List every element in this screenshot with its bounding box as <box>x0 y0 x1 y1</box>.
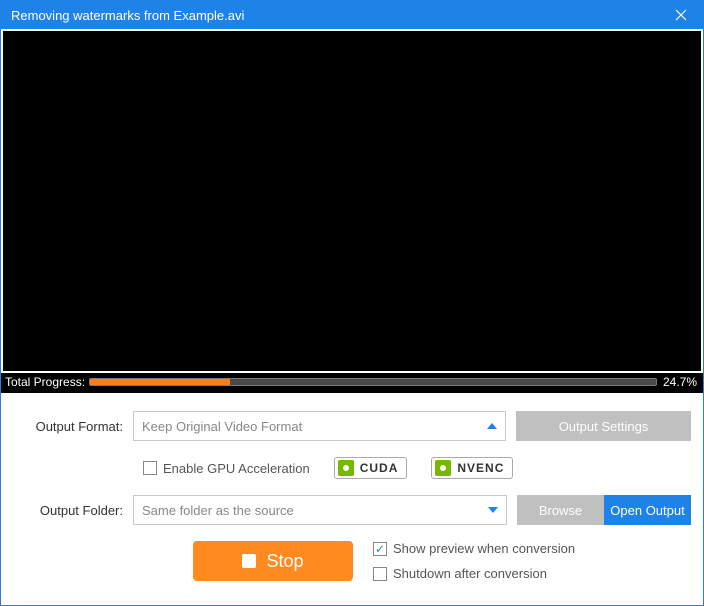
gpu-accel-label: Enable GPU Acceleration <box>163 461 310 476</box>
close-icon[interactable] <box>667 1 695 29</box>
output-format-row: Output Format: Keep Original Video Forma… <box>13 411 691 441</box>
bottom-checkboxes: Show preview when conversion Shutdown af… <box>373 541 575 581</box>
nvidia-icon <box>435 460 451 476</box>
nvidia-icon <box>338 460 354 476</box>
checkbox-icon <box>373 542 387 556</box>
browse-button: Browse <box>517 495 604 525</box>
stop-button[interactable]: Stop <box>193 541 353 581</box>
gpu-accel-checkbox[interactable]: Enable GPU Acceleration <box>143 461 310 476</box>
output-folder-row: Output Folder: Same folder as the source… <box>13 495 691 525</box>
output-folder-value: Same folder as the source <box>142 503 294 518</box>
progress-fill <box>90 379 230 385</box>
output-folder-dropdown[interactable]: Same folder as the source <box>133 495 507 525</box>
output-format-value: Keep Original Video Format <box>142 419 302 434</box>
titlebar: Removing watermarks from Example.avi <box>1 1 703 29</box>
window-title: Removing watermarks from Example.avi <box>11 8 667 23</box>
open-output-button[interactable]: Open Output <box>604 495 691 525</box>
show-preview-label: Show preview when conversion <box>393 541 575 556</box>
checkbox-icon <box>143 461 157 475</box>
gpu-row: Enable GPU Acceleration CUDA NVENC <box>13 457 691 479</box>
progress-bar <box>89 378 657 386</box>
output-format-label: Output Format: <box>13 419 123 434</box>
progress-percent: 24.7% <box>663 375 697 389</box>
checkbox-icon <box>373 567 387 581</box>
progress-row: Total Progress: 24.7% <box>1 373 703 393</box>
stop-icon <box>242 554 256 568</box>
chevron-down-icon <box>488 507 498 513</box>
output-format-dropdown[interactable]: Keep Original Video Format <box>133 411 506 441</box>
cuda-badge: CUDA <box>334 457 408 479</box>
chevron-up-icon <box>487 423 497 429</box>
shutdown-checkbox[interactable]: Shutdown after conversion <box>373 566 575 581</box>
bottom-section: Stop Show preview when conversion Shutdo… <box>13 541 691 581</box>
folder-buttons: Browse Open Output <box>517 495 691 525</box>
video-preview <box>3 31 701 371</box>
shutdown-label: Shutdown after conversion <box>393 566 547 581</box>
output-folder-label: Output Folder: <box>13 503 123 518</box>
controls-panel: Output Format: Keep Original Video Forma… <box>1 393 703 605</box>
nvenc-badge: NVENC <box>431 457 513 479</box>
stop-label: Stop <box>266 551 303 572</box>
progress-label: Total Progress: <box>5 375 85 389</box>
output-settings-button: Output Settings <box>516 411 691 441</box>
show-preview-checkbox[interactable]: Show preview when conversion <box>373 541 575 556</box>
